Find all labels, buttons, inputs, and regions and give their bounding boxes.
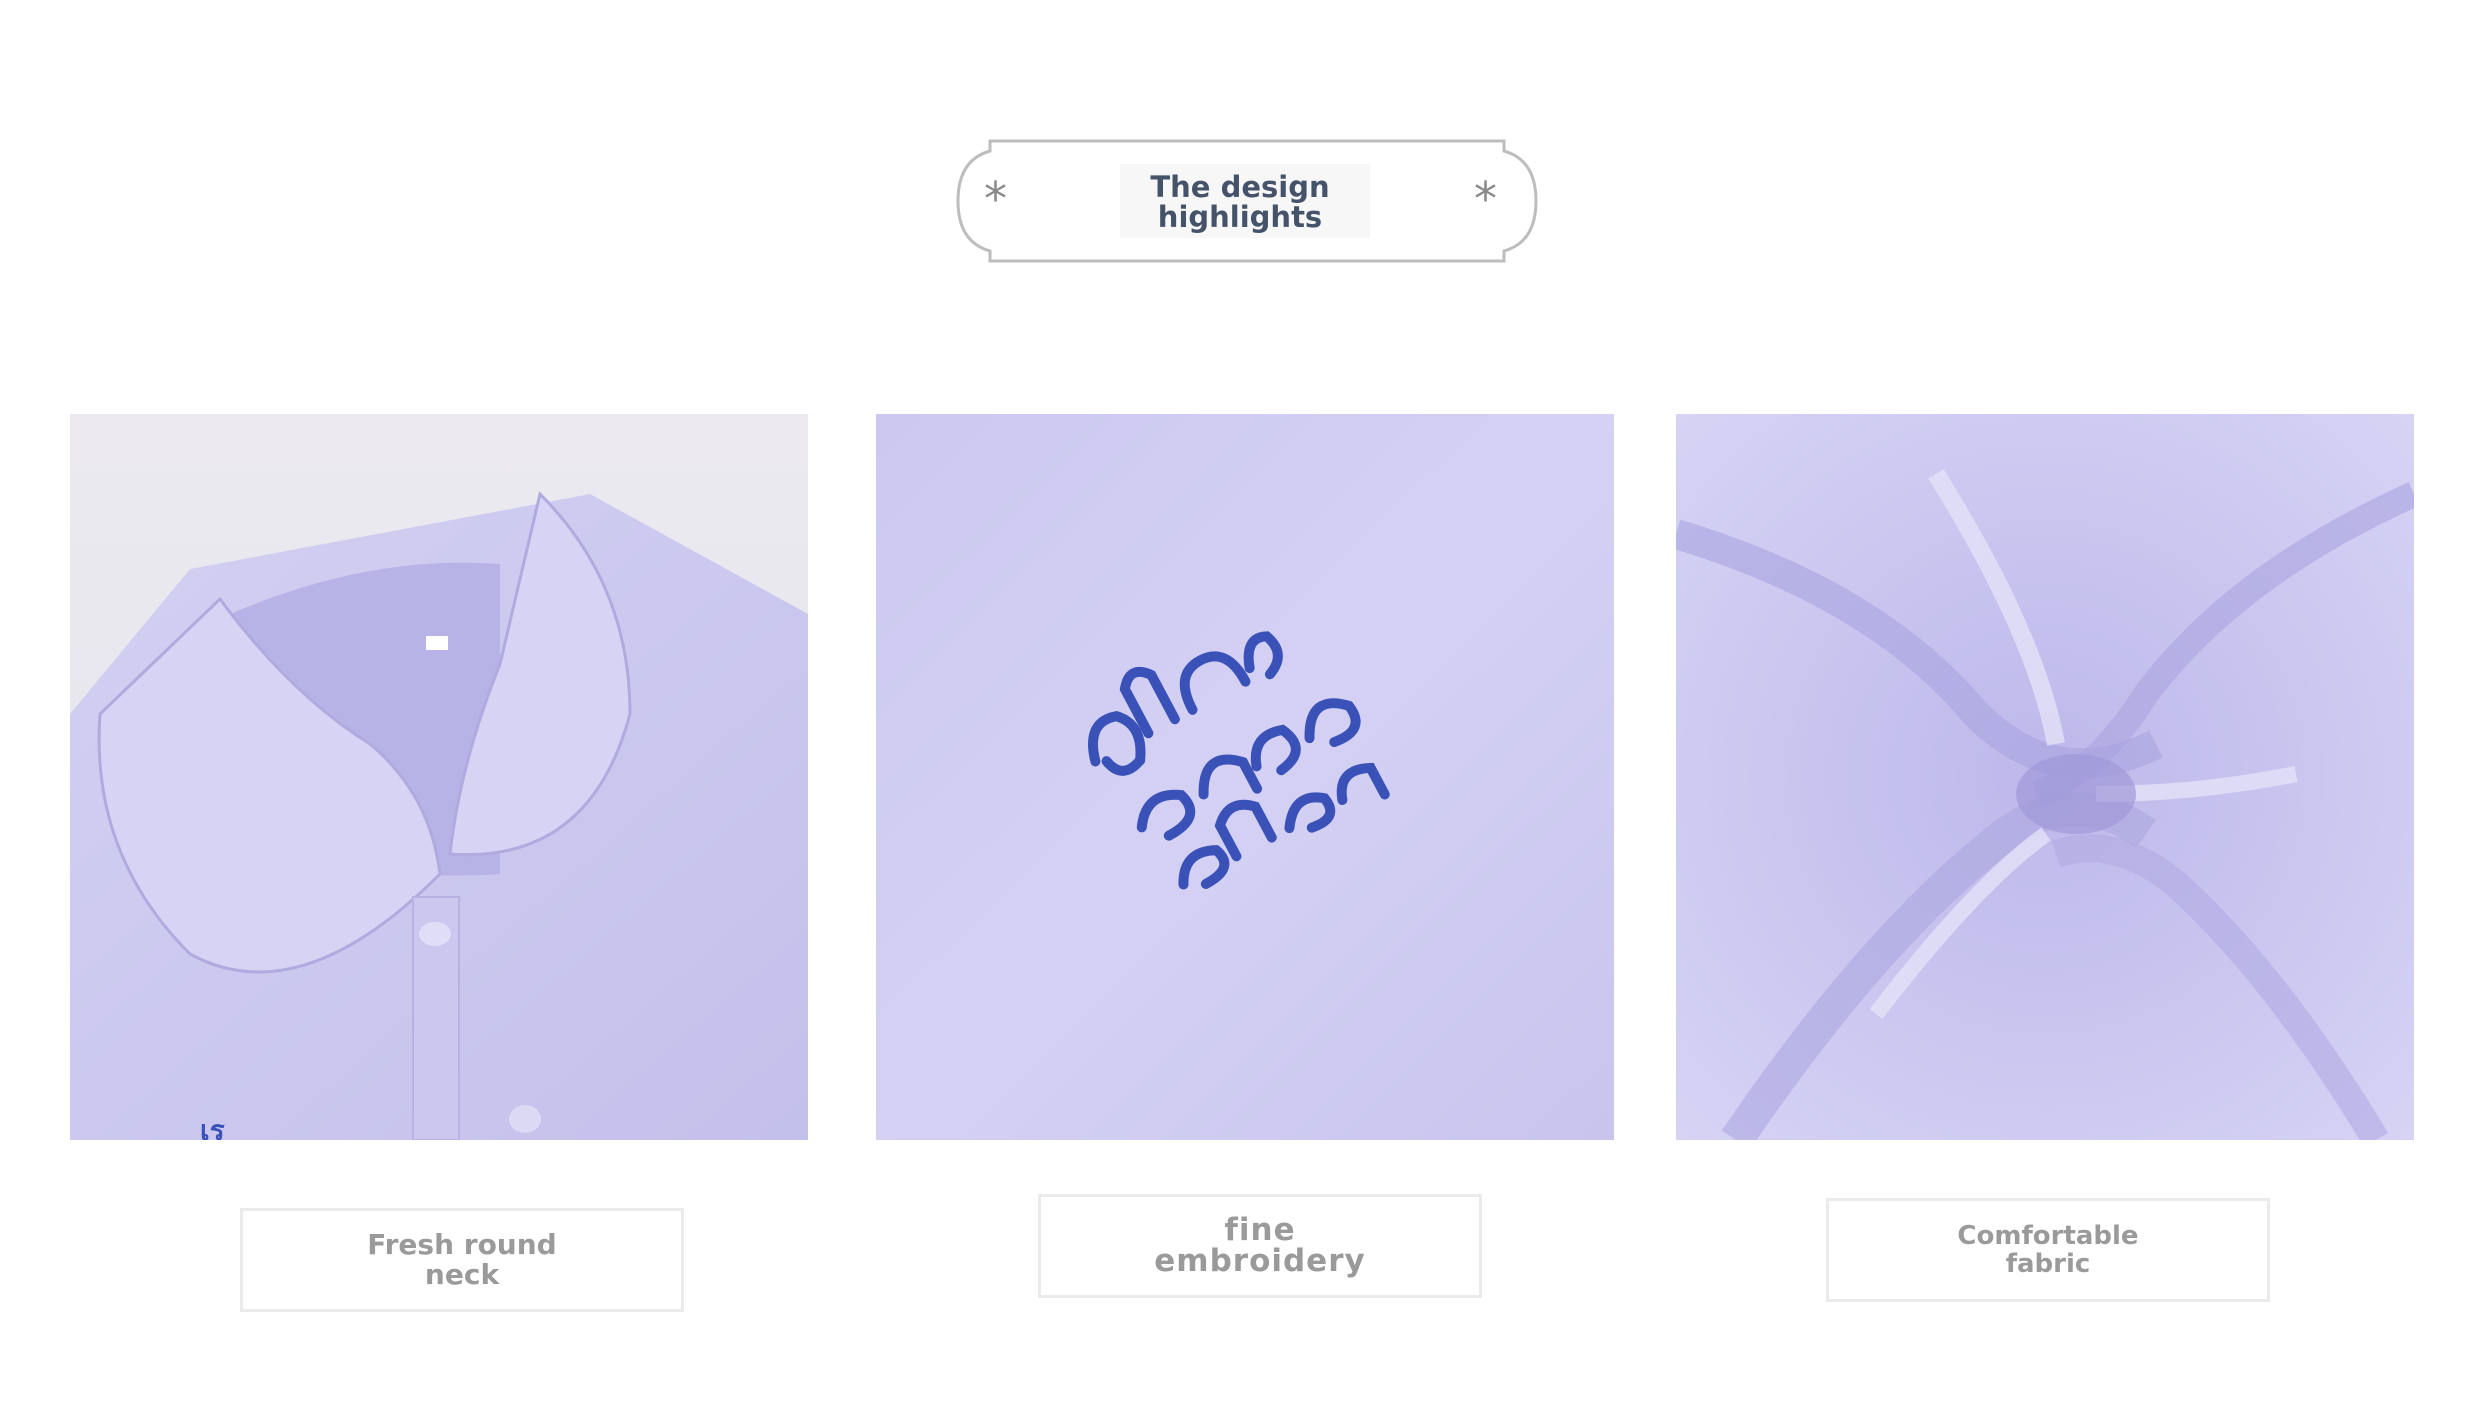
caption-comfortable-fabric: Comfortable fabric — [1826, 1198, 2270, 1302]
page-title: The design highlights — [1090, 172, 1390, 232]
caption-fresh-round-neck: Fresh round neck — [240, 1208, 684, 1312]
svg-text:เร: เร — [200, 1114, 225, 1140]
caption-line-2: fabric — [2005, 1249, 2091, 1279]
section-title-plaque: * * The design highlights — [940, 138, 1540, 264]
caption-line-1: Comfortable — [1957, 1221, 2139, 1251]
caption-line-2: embroidery — [1154, 1243, 1366, 1279]
asterisk-left-icon: * — [984, 172, 1007, 226]
title-line-2: highlights — [1157, 200, 1323, 234]
asterisk-right-icon: * — [1474, 172, 1497, 226]
caption-line-2: neck — [424, 1258, 500, 1291]
twisted-fabric-swirl-photo — [1676, 414, 2414, 1140]
title-line-1: The design — [1150, 170, 1330, 204]
round-collar-shirt-photo: เร — [70, 414, 808, 1140]
blue-embroidery-closeup-photo — [876, 414, 1614, 1140]
caption-line-1: Fresh round — [367, 1228, 557, 1261]
caption-line-1: fine — [1224, 1212, 1296, 1248]
caption-fine-embroidery: fine embroidery — [1038, 1194, 1482, 1298]
